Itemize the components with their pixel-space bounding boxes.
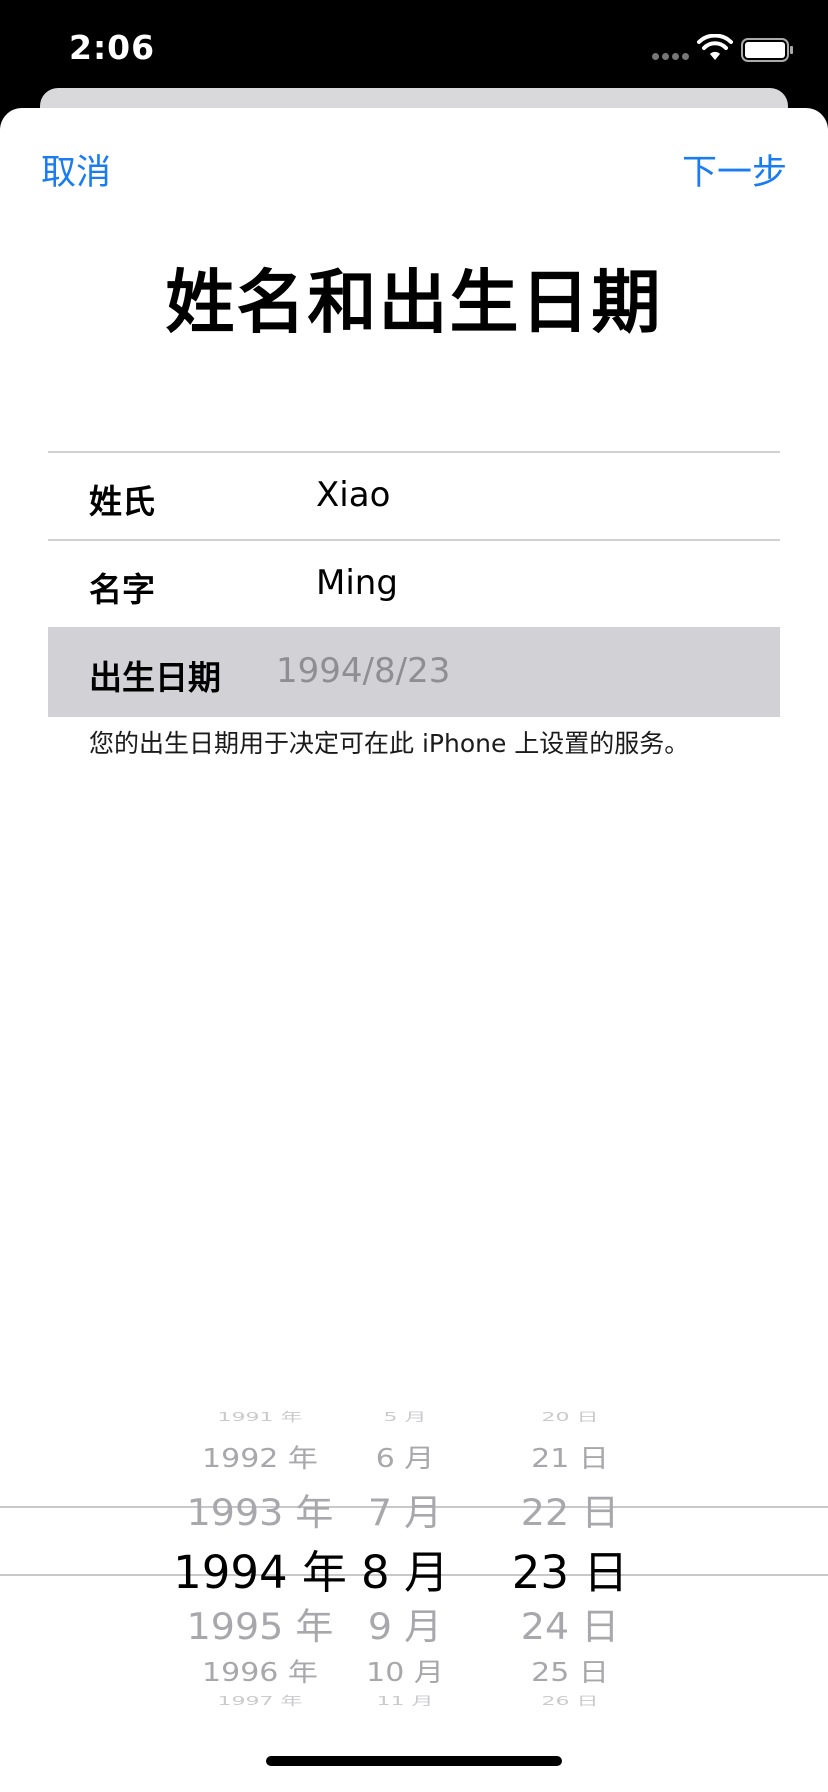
picker-year-option[interactable]: 1991 年: [170, 1407, 350, 1425]
birthday-row[interactable]: 出生日期 1994/8/23: [48, 627, 780, 717]
picker-day-option[interactable]: 25 日: [505, 1651, 635, 1688]
last-name-field[interactable]: Xiao: [316, 475, 390, 515]
last-name-row[interactable]: 姓氏 Xiao: [48, 451, 780, 539]
page-title: 姓名和出生日期: [165, 263, 663, 343]
name-birthday-form: 姓氏 Xiao 名字 Ming 出生日期 1994/8/23: [48, 451, 780, 717]
picker-month-selected[interactable]: 8 月: [360, 1536, 450, 1601]
picker-day-option[interactable]: 21 日: [505, 1437, 635, 1474]
picker-year-option[interactable]: 1993 年: [170, 1483, 350, 1535]
status-bar: 2:06: [0, 0, 828, 100]
picker-month-option[interactable]: 5 月: [360, 1407, 450, 1425]
picker-day-option[interactable]: 22 日: [505, 1483, 635, 1535]
birthday-field[interactable]: 1994/8/23: [276, 651, 450, 691]
picker-day-option[interactable]: 26 日: [505, 1691, 635, 1709]
first-name-row[interactable]: 名字 Ming: [48, 539, 780, 627]
birthday-label: 出生日期: [89, 658, 221, 697]
next-button[interactable]: 下一步: [682, 144, 787, 195]
picker-day-option[interactable]: 24 日: [505, 1597, 635, 1649]
picker-month-option[interactable]: 7 月: [360, 1483, 450, 1535]
picker-year-option[interactable]: 1992 年: [170, 1437, 350, 1474]
status-time: 2:06: [69, 28, 156, 67]
birthday-footnote: 您的出生日期用于决定可在此 iPhone 上设置的服务。: [89, 729, 690, 758]
picker-year-option[interactable]: 1995 年: [170, 1597, 350, 1649]
date-picker[interactable]: 1991 年 1992 年 1993 年 1994 年 1995 年 1996 …: [0, 1396, 828, 1716]
last-name-label: 姓氏: [89, 482, 155, 521]
wifi-icon: [697, 34, 733, 60]
picker-year-option[interactable]: 1997 年: [170, 1691, 350, 1709]
battery-icon: [741, 38, 793, 62]
first-name-label: 名字: [89, 570, 155, 609]
picker-year-option[interactable]: 1996 年: [170, 1651, 350, 1688]
picker-day-option[interactable]: 20 日: [505, 1407, 635, 1425]
picker-month-option[interactable]: 6 月: [360, 1437, 450, 1474]
modal-sheet: 取消 下一步 姓名和出生日期 姓氏 Xiao 名字 Ming 出生日期 1994…: [0, 108, 828, 1792]
home-indicator[interactable]: [266, 1756, 562, 1766]
picker-month-option[interactable]: 9 月: [360, 1597, 450, 1649]
picker-year-selected[interactable]: 1994 年: [170, 1536, 350, 1601]
cellular-signal-icon: [652, 53, 690, 61]
first-name-field[interactable]: Ming: [316, 563, 398, 603]
cancel-button[interactable]: 取消: [41, 144, 111, 195]
picker-month-option[interactable]: 10 月: [360, 1651, 450, 1688]
picker-day-selected[interactable]: 23 日: [505, 1536, 635, 1601]
picker-month-option[interactable]: 11 月: [360, 1691, 450, 1709]
